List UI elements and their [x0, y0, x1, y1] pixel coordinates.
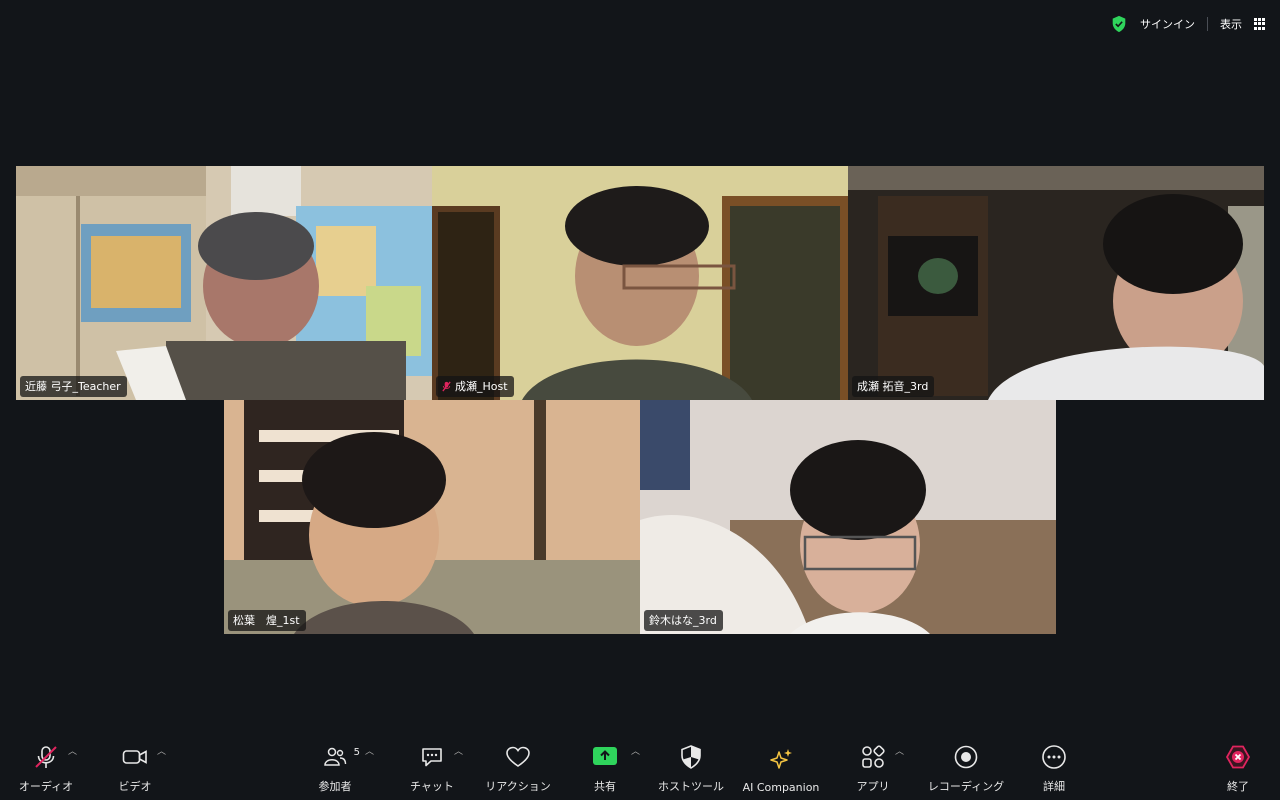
participants-options-caret-icon[interactable]: ︿: [365, 744, 374, 757]
video-tile-host[interactable]: 成瀬_Host: [432, 166, 848, 400]
apps-icon: ︿: [860, 744, 904, 770]
chat-bubble-icon: ︿: [419, 744, 463, 770]
top-bar: サインイン 表示: [1110, 12, 1266, 36]
participants-count-badge: 5: [353, 747, 360, 758]
chat-options-caret-icon[interactable]: ︿: [454, 744, 463, 757]
record-icon: [953, 744, 979, 770]
microphone-muted-icon: ︿: [33, 744, 77, 770]
microphone-muted-icon: [442, 381, 451, 391]
chat-label: チャット: [410, 780, 454, 793]
end-meeting-button[interactable]: 終了: [1224, 744, 1252, 794]
host-tools-button[interactable]: ホストツール: [656, 744, 726, 794]
video-feed-host: [432, 166, 848, 400]
participant-name-label: 近藤 弓子_Teacher: [20, 376, 127, 397]
audio-options-caret-icon[interactable]: ︿: [68, 744, 77, 757]
video-button[interactable]: ︿ ビデオ: [112, 744, 167, 794]
apps-button[interactable]: ︿ アプリ: [856, 744, 904, 794]
share-label: 共有: [594, 780, 616, 793]
gallery-view-icon[interactable]: [1254, 18, 1266, 30]
participant-name-label: 鈴木はな_3rd: [644, 610, 723, 631]
share-options-caret-icon[interactable]: ︿: [631, 744, 640, 757]
video-feed-student-3rd: [848, 166, 1264, 400]
sparkle-icon: [768, 747, 794, 773]
divider: [1207, 17, 1208, 31]
video-feed-teacher: [16, 166, 432, 400]
ai-companion-label: AI Companion: [742, 781, 820, 794]
reactions-button[interactable]: リアクション: [484, 744, 552, 794]
apps-options-caret-icon[interactable]: ︿: [895, 744, 904, 757]
video-tile-student-3rd[interactable]: 成瀬 拓音_3rd: [848, 166, 1264, 400]
shield-check-icon: [1112, 15, 1126, 33]
audio-label: オーディオ: [18, 780, 74, 793]
meeting-toolbar: ︿ オーディオ ︿ ビデオ 5 ︿ 参加者 ︿ チャット リアクション ︿ 共有…: [0, 730, 1280, 800]
participant-name-label: 成瀬 拓音_3rd: [852, 376, 935, 397]
more-options-icon: [1041, 744, 1067, 770]
audio-button[interactable]: ︿ オーディオ: [18, 744, 77, 794]
video-camera-icon: ︿: [122, 744, 166, 770]
video-tile-student-1st[interactable]: 松葉 煌_1st: [224, 400, 640, 634]
apps-label: アプリ: [856, 780, 890, 793]
share-button[interactable]: ︿ 共有: [590, 744, 640, 794]
reactions-label: リアクション: [485, 780, 551, 793]
video-tile-teacher[interactable]: 近藤 弓子_Teacher: [16, 166, 432, 400]
video-options-caret-icon[interactable]: ︿: [157, 744, 166, 757]
more-label: 詳細: [1043, 780, 1065, 793]
recording-button[interactable]: レコーディング: [926, 744, 1006, 794]
participant-name-label: 松葉 煌_1st: [228, 610, 306, 631]
video-label: ビデオ: [118, 780, 152, 793]
video-tile-student-suzuki[interactable]: 鈴木はな_3rd: [640, 400, 1056, 634]
ai-companion-button[interactable]: AI Companion: [740, 747, 822, 794]
participant-name-label: 成瀬_Host: [436, 376, 514, 397]
end-meeting-icon: [1225, 744, 1251, 770]
end-label: 終了: [1227, 780, 1249, 793]
shield-icon: [678, 744, 704, 770]
share-screen-icon: ︿: [592, 744, 640, 770]
video-feed-student-1st: [224, 400, 640, 634]
heart-icon: [505, 744, 531, 770]
more-button[interactable]: 詳細: [1040, 744, 1068, 794]
chat-button[interactable]: ︿ チャット: [408, 744, 463, 794]
host-tools-label: ホストツール: [658, 780, 724, 793]
recording-label: レコーディング: [927, 780, 1005, 793]
view-button-label[interactable]: 表示: [1220, 16, 1242, 32]
sign-in-link[interactable]: サインイン: [1140, 16, 1195, 32]
video-feed-student-suzuki: [640, 400, 1056, 634]
participants-button[interactable]: 5 ︿ 参加者: [314, 744, 375, 794]
participants-icon: 5 ︿: [322, 744, 374, 770]
participants-label: 参加者: [318, 780, 352, 793]
